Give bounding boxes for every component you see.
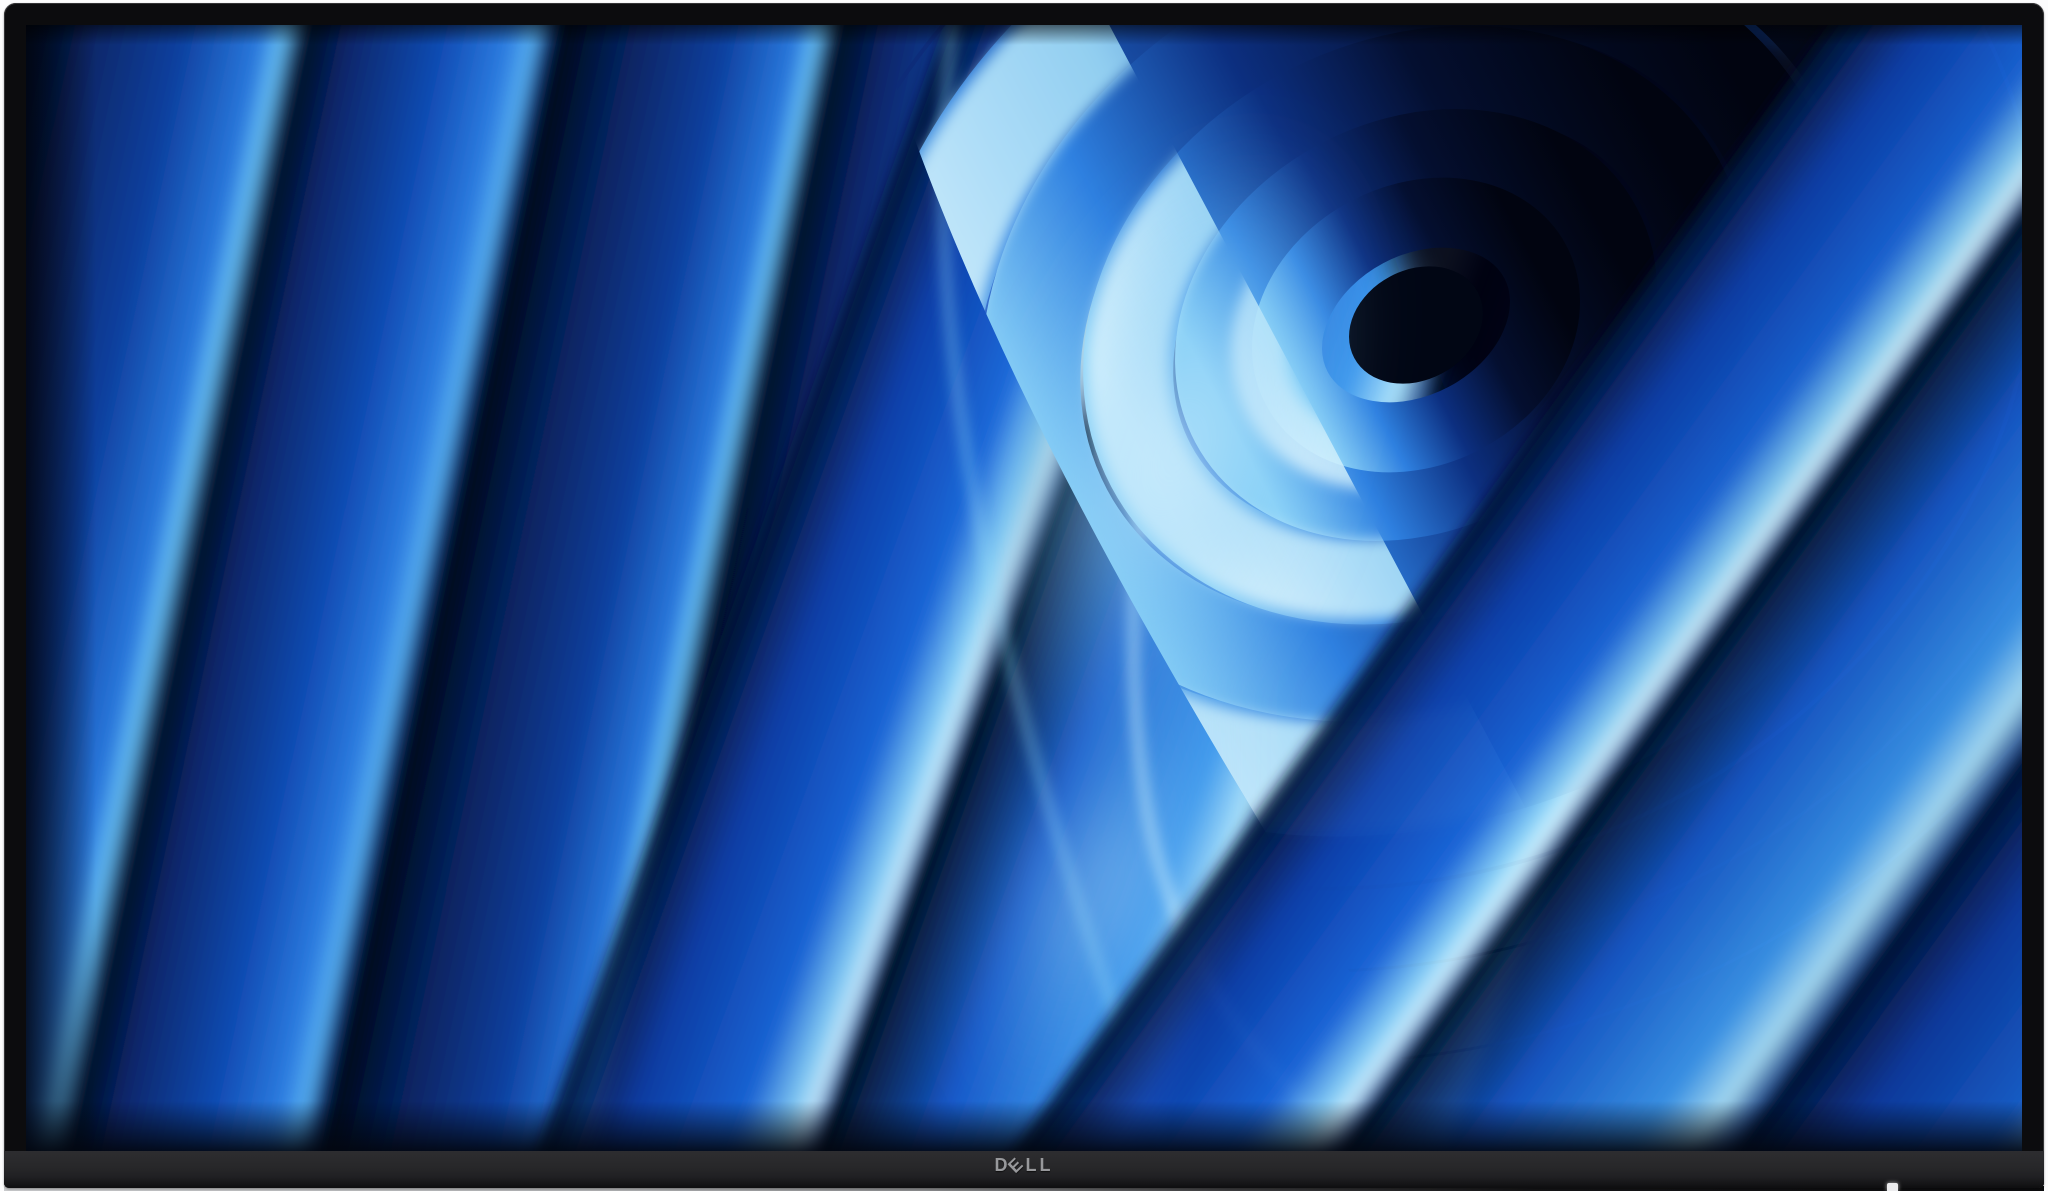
screen-panel [26,25,2022,1151]
power-led-icon [1887,1183,1898,1191]
wallpaper-bottom-shadow [26,1101,2022,1151]
bottom-bezel-chin: DELL [4,1151,2044,1188]
wallpaper-top-shadow [26,25,2022,45]
dell-logo-letter-l2: L [1040,1155,1054,1176]
dell-logo: DELL [4,1155,2044,1176]
product-photo: DELL [0,0,2048,1191]
wallpaper-left-fade [26,25,96,1151]
monitor: DELL [4,3,2044,1188]
wallpaper-blue-bloom [26,25,2022,1151]
